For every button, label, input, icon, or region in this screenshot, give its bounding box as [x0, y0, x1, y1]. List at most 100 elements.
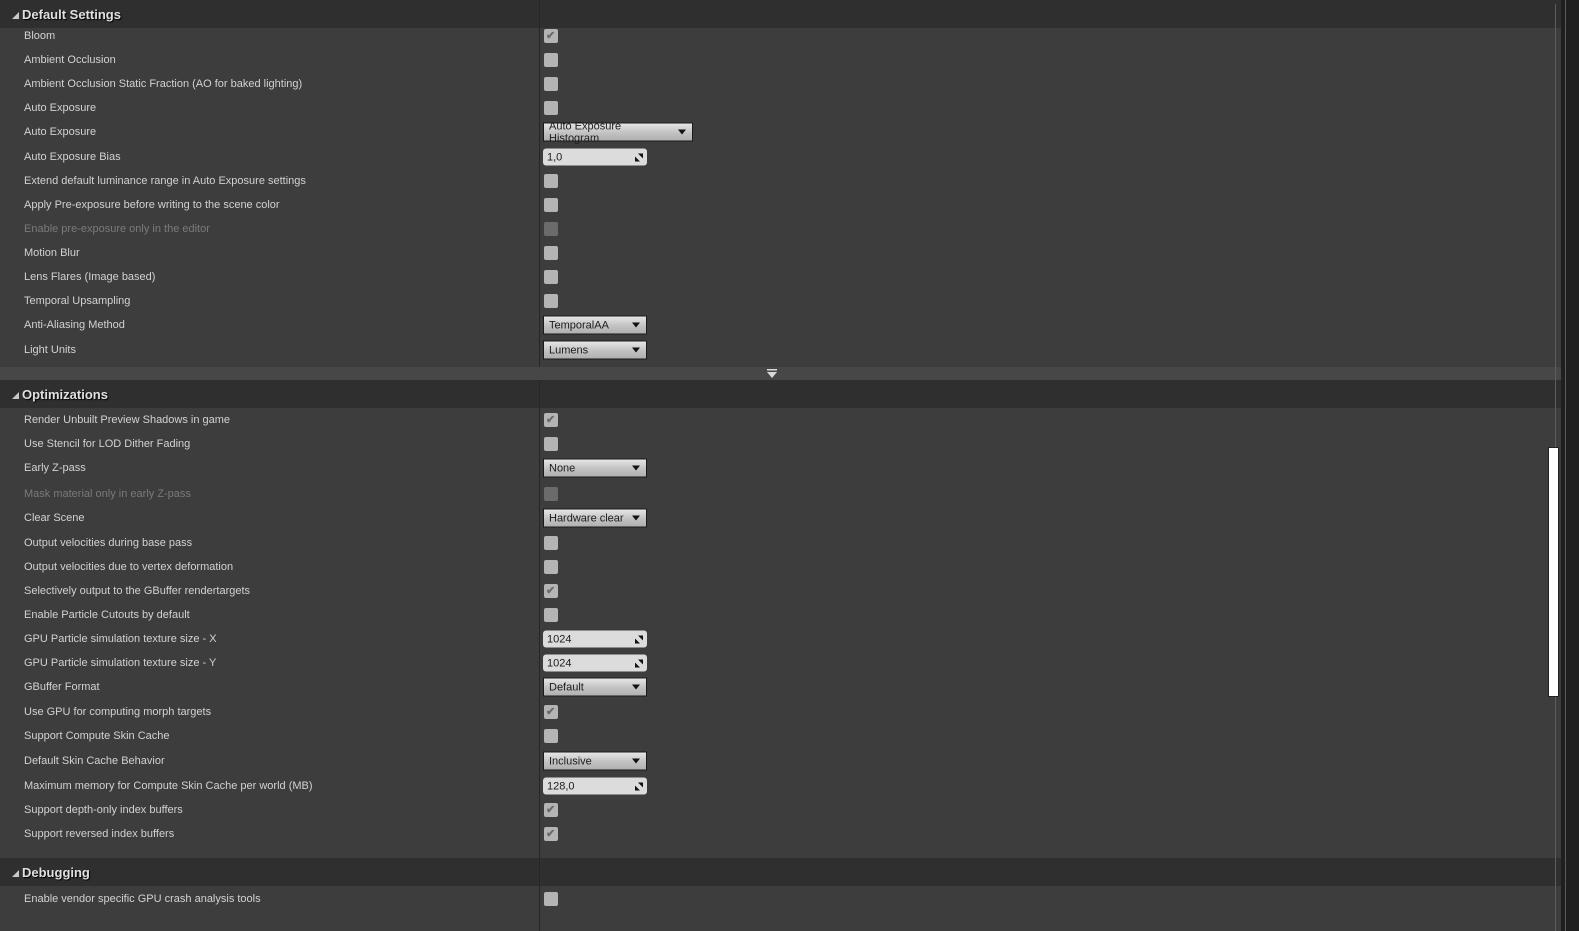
setting-label: Enable Particle Cutouts by default — [24, 609, 190, 621]
setting-checkbox[interactable] — [544, 270, 558, 284]
chevron-down-icon — [632, 684, 640, 690]
setting-combo-box[interactable]: Default — [543, 677, 647, 697]
setting-checkbox[interactable] — [544, 53, 558, 67]
number-value: 1024 — [547, 633, 572, 645]
setting-row: Support Compute Skin Cache — [0, 724, 1561, 748]
setting-checkbox[interactable] — [544, 560, 558, 574]
setting-checkbox[interactable] — [544, 198, 558, 212]
scrollbar-thumb[interactable] — [1548, 447, 1559, 697]
setting-row: Output velocities during base pass — [0, 531, 1561, 555]
setting-combo-box[interactable]: Hardware clear — [543, 508, 647, 528]
setting-label: Early Z-pass — [24, 462, 86, 474]
setting-checkbox[interactable] — [544, 608, 558, 622]
setting-label: Bloom — [24, 30, 56, 42]
setting-checkbox[interactable] — [544, 246, 558, 260]
setting-checkbox[interactable] — [544, 536, 558, 550]
setting-label: Support reversed index buffers — [24, 828, 175, 840]
setting-label: Enable pre-exposure only in the editor — [24, 223, 210, 235]
column-divider[interactable] — [539, 0, 540, 367]
setting-checkbox[interactable] — [544, 729, 558, 743]
checkmark-icon: ✔ — [546, 804, 556, 816]
setting-checkbox[interactable] — [544, 77, 558, 91]
setting-number-input[interactable]: 1024 — [543, 654, 647, 672]
setting-combo-box[interactable]: Inclusive — [543, 751, 647, 771]
setting-checkbox[interactable]: ✔ — [544, 803, 558, 817]
setting-row: Anti-Aliasing Method TemporalAA — [0, 313, 1561, 337]
setting-checkbox[interactable]: ✔ — [544, 413, 558, 427]
chevron-down-icon — [632, 322, 640, 328]
setting-checkbox[interactable]: ✔ — [544, 29, 558, 43]
drag-spin-icon[interactable] — [635, 659, 643, 667]
setting-checkbox[interactable]: ✔ — [544, 584, 558, 598]
setting-row: Auto Exposure Auto Exposure Histogram — [0, 120, 1561, 144]
section-header-optimizations[interactable]: Optimizations — [0, 380, 1561, 408]
setting-label: Clear Scene — [24, 512, 85, 524]
expand-advanced-icon — [767, 369, 777, 378]
setting-label: Output velocities during base pass — [24, 537, 193, 549]
setting-row: Lens Flares (Image based) — [0, 265, 1561, 289]
checkmark-icon: ✔ — [546, 585, 556, 597]
setting-label: Extend default luminance range in Auto E… — [24, 175, 306, 187]
setting-combo-box[interactable]: TemporalAA — [543, 315, 647, 335]
setting-checkbox[interactable] — [544, 437, 558, 451]
collapse-triangle-icon[interactable] — [12, 391, 19, 399]
column-divider[interactable] — [539, 380, 540, 858]
setting-label: GPU Particle simulation texture size - Y — [24, 657, 217, 669]
setting-checkbox[interactable] — [544, 101, 558, 115]
setting-row: Ambient Occlusion Static Fraction (AO fo… — [0, 72, 1561, 96]
checkmark-icon: ✔ — [546, 414, 556, 426]
collapse-triangle-icon[interactable] — [12, 11, 19, 19]
drag-spin-icon[interactable] — [635, 635, 643, 643]
setting-combo-box[interactable]: Lumens — [543, 340, 647, 360]
chevron-down-icon — [632, 515, 640, 521]
setting-row: Support depth-only index buffers ✔ — [0, 798, 1561, 822]
setting-label: Support Compute Skin Cache — [24, 730, 170, 742]
setting-checkbox[interactable] — [544, 294, 558, 308]
setting-checkbox[interactable]: ✔ — [544, 705, 558, 719]
setting-label: Use Stencil for LOD Dither Fading — [24, 438, 191, 450]
section-title: Optimizations — [22, 386, 108, 402]
checkmark-icon: ✔ — [546, 30, 556, 42]
setting-label: Render Unbuilt Preview Shadows in game — [24, 414, 231, 426]
setting-number-input[interactable]: 1,0 — [543, 148, 647, 166]
combo-value: TemporalAA — [549, 319, 609, 331]
setting-number-input[interactable]: 128,0 — [543, 777, 647, 795]
setting-row: Auto Exposure — [0, 96, 1561, 120]
setting-row: Use Stencil for LOD Dither Fading — [0, 432, 1561, 456]
setting-row: Support reversed index buffers ✔ — [0, 822, 1561, 846]
setting-row: Clear Scene Hardware clear — [0, 506, 1561, 530]
section-header-debugging[interactable]: Debugging — [0, 858, 1561, 886]
setting-checkbox[interactable]: ✔ — [544, 827, 558, 841]
setting-label: Ambient Occlusion — [24, 54, 116, 66]
setting-checkbox[interactable] — [544, 174, 558, 188]
scrollbar-track[interactable] — [1565, 0, 1566, 931]
setting-label: Ambient Occlusion Static Fraction (AO fo… — [24, 78, 303, 90]
setting-number-input[interactable]: 1024 — [543, 630, 647, 648]
drag-spin-icon[interactable] — [635, 782, 643, 790]
setting-row: Enable pre-exposure only in the editor — [0, 217, 1561, 241]
setting-row: Temporal Upsampling — [0, 289, 1561, 313]
chevron-down-icon — [678, 129, 686, 135]
collapse-triangle-icon[interactable] — [12, 869, 19, 877]
setting-combo-box[interactable]: Auto Exposure Histogram — [543, 120, 693, 144]
setting-label: Light Units — [24, 344, 76, 356]
setting-checkbox[interactable] — [544, 892, 558, 906]
setting-label: Auto Exposure — [24, 126, 97, 138]
column-divider[interactable] — [539, 858, 540, 931]
setting-row: Default Skin Cache Behavior Inclusive — [0, 749, 1561, 773]
checkmark-icon: ✔ — [546, 706, 556, 718]
combo-value: Lumens — [549, 344, 589, 356]
setting-label: Default Skin Cache Behavior — [24, 755, 165, 767]
setting-label: Anti-Aliasing Method — [24, 319, 125, 331]
setting-combo-box[interactable]: None — [543, 458, 647, 478]
drag-spin-icon[interactable] — [635, 153, 643, 161]
combo-value: Default — [549, 681, 584, 693]
number-value: 1,0 — [547, 151, 563, 163]
setting-label: GPU Particle simulation texture size - X — [24, 633, 217, 645]
chevron-down-icon — [632, 465, 640, 471]
setting-row: Auto Exposure Bias 1,0 — [0, 145, 1561, 169]
setting-label: Temporal Upsampling — [24, 295, 131, 307]
advanced-expander[interactable] — [0, 367, 1561, 380]
checkmark-icon: ✔ — [546, 828, 556, 840]
setting-label: Enable vendor specific GPU crash analysi… — [24, 893, 261, 905]
